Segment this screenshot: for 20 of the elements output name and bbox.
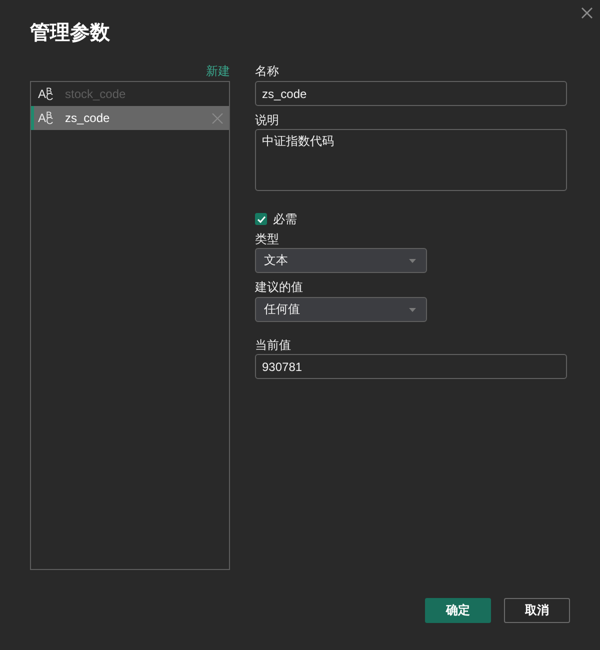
close-icon (580, 6, 594, 20)
cancel-button[interactable]: 取消 (504, 598, 570, 623)
type-label-text: 类型 (255, 231, 279, 248)
description-label: 说明 (255, 112, 279, 129)
confirm-button[interactable]: 确定 (425, 598, 491, 623)
caret-icon (409, 308, 416, 312)
caret-icon (409, 258, 416, 262)
name-label: 名称 (255, 63, 279, 80)
suggested-label: 建议的值 (255, 279, 303, 296)
window-title: 管理参数 (30, 21, 110, 46)
description-field[interactable]: 中证指数代码 (255, 129, 567, 191)
current-label: 当前值 (255, 337, 291, 354)
current-value-field[interactable]: 930781 (255, 354, 567, 379)
type-dropdown[interactable]: 文本 (255, 248, 427, 273)
required-checkbox[interactable] (255, 213, 267, 225)
name-field[interactable]: zs_code (255, 81, 567, 106)
suggested-dropdown[interactable]: 任何值 (255, 297, 427, 322)
close-button[interactable] (580, 6, 594, 20)
new-link[interactable]: 新建 (206, 62, 230, 80)
required-label: 必需 (273, 211, 297, 227)
